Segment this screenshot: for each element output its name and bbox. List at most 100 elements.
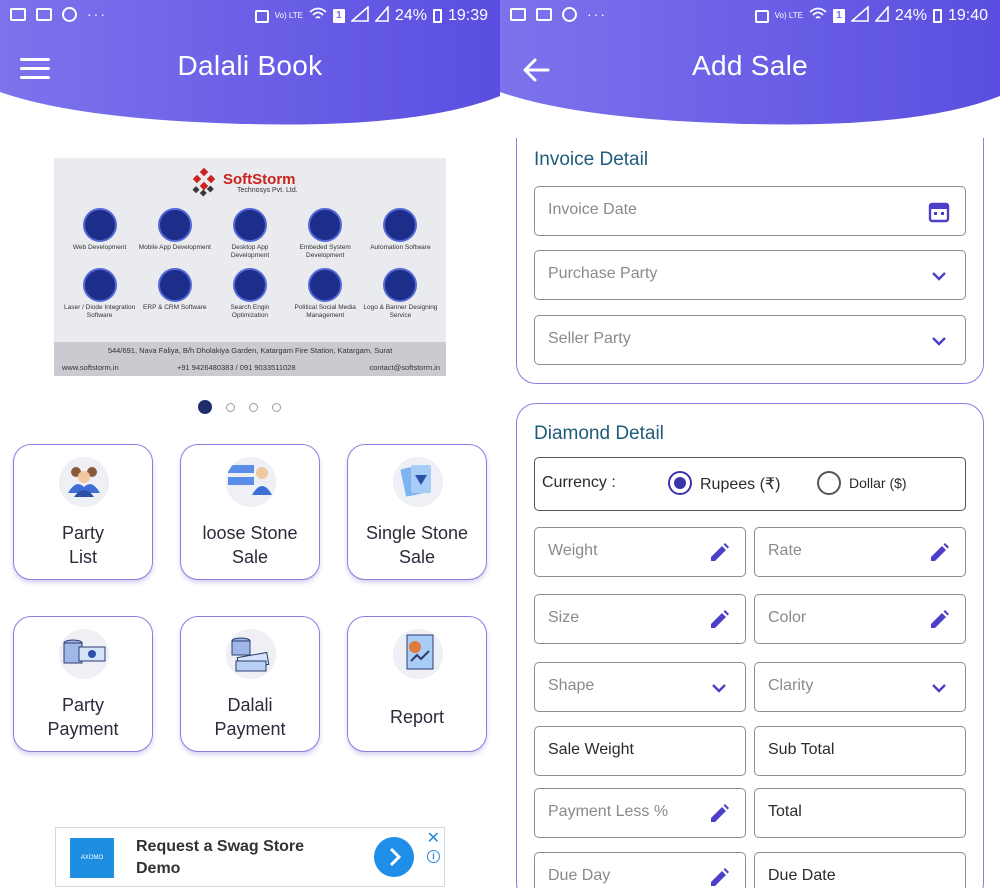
tile-report[interactable]: Report [347,616,487,752]
carousel-dot[interactable] [226,402,235,412]
tile-label-line1: Party [61,523,104,543]
wifi-icon [309,7,327,25]
chevron-down-icon [712,684,726,693]
rate-input[interactable]: Rate [754,527,966,577]
chevron-right-icon [389,847,402,867]
carousel-banner[interactable]: SoftStorm Technosys Pvt. Ltd. Web Develo… [54,158,446,376]
size-input[interactable]: Size [534,594,746,644]
ad-open-button[interactable] [374,837,414,877]
ad-text: Request a Swag Store Demo [136,838,305,877]
section-title: Diamond Detail [534,423,664,444]
service-label: Automation Software [370,244,431,251]
rupees-radio[interactable] [668,471,692,495]
color-placeholder: Color [768,609,807,626]
pencil-icon [711,804,729,822]
signal-icon-2 [374,4,389,26]
service-label: Laser / Diode Integration Software [64,304,136,319]
shape-dropdown[interactable]: Shape [534,662,746,712]
seller-party-dropdown[interactable]: Seller Party [534,315,966,365]
single-stone-sale-icon [393,457,443,507]
weight-input[interactable]: Weight [534,527,746,577]
sub-total-label: Sub Total [768,741,835,758]
pencil-icon [711,610,729,628]
status-bar: ··· Vo) LTE 1 24% 19:39 [0,0,500,32]
gallery-icon [510,7,526,21]
ad-info-icon[interactable]: i [427,850,440,863]
invoice-detail-card: Invoice Detail Invoice Date Purchase Par… [516,138,984,384]
dollar-radio[interactable] [817,471,841,495]
softstorm-logo-icon [192,168,216,197]
service-item: Political Social Media Management [288,268,363,322]
erp-icon [157,268,192,302]
clock: 19:40 [947,7,988,24]
tile-label-line1: loose Stone [202,523,298,543]
clarity-dropdown[interactable]: Clarity [754,662,966,712]
payment-less-input[interactable]: Payment Less % [534,788,746,838]
due-day-placeholder: Due Day [548,867,611,884]
service-item: Embeded System Development [288,208,363,262]
rupees-label[interactable]: Rupees (₹) [700,474,780,494]
carousel-dot-active[interactable] [198,400,212,414]
tile-party-list[interactable]: Party List [13,444,153,580]
shape-placeholder: Shape [548,677,595,694]
tile-label-line2: List [68,547,97,567]
status-bar: ··· Vo) LTE 1 24% 19:40 [500,0,1000,32]
company-phone: +91 9426480383 / 091 9033511028 [177,363,296,372]
pencil-icon [931,543,949,561]
invoice-date-field[interactable]: Invoice Date [534,186,966,236]
currency-label: Currency : [542,474,616,491]
tile-label-line1: Dalali [227,695,273,715]
laser-icon [82,268,117,302]
ad-banner[interactable]: AXOMO Request a Swag Store Demo ✕ i [55,827,445,887]
tile-single-stone-sale[interactable]: Single Stone Sale [347,444,487,580]
social-media-icon [308,268,343,302]
more-notifications: ··· [587,6,607,22]
due-date-label: Due Date [768,867,836,884]
calendar-icon[interactable] [927,200,951,224]
due-day-input[interactable]: Due Day [534,852,746,888]
page-title: Add Sale [691,50,809,81]
tile-loose-stone-sale[interactable]: loose Stone Sale [180,444,320,580]
laptop-icon [536,7,552,21]
seller-party-placeholder: Seller Party [548,330,631,347]
clock: 19:39 [447,7,488,24]
company-subtitle: Technosys Pvt. Ltd. [237,187,298,194]
weight-placeholder: Weight [548,542,598,559]
service-label: Embeded System Development [299,244,351,259]
rate-placeholder: Rate [768,542,802,559]
tile-label: Party Payment [18,693,148,741]
battery-percent: 24% [394,7,427,24]
signal-icon [349,5,369,26]
tile-label: loose Stone Sale [185,521,315,569]
company-website: www.softstorm.in [62,363,119,372]
due-date-field[interactable]: Due Date [754,852,966,888]
total-field: Total [754,788,966,838]
service-label: Desktop App Development [230,244,270,259]
tile-party-payment[interactable]: Party Payment [13,616,153,752]
pencil-icon [711,868,729,886]
service-item: Mobile App Development [137,208,212,262]
battery-icon [932,9,942,23]
pencil-icon [931,610,949,628]
company-logo: SoftStorm Technosys Pvt. Ltd. [189,168,298,198]
pencil-icon [711,543,729,561]
ad-close-icon[interactable]: ✕ [427,828,440,848]
service-label: Search Engin Optimization [230,304,270,319]
service-label: Mobile App Development [138,244,211,251]
home-screen: ··· Vo) LTE 1 24% 19:39 Dalali Book Soft… [0,0,500,888]
service-item: Logo & Banner Designing Service [363,268,438,322]
carousel-dot[interactable] [249,402,258,412]
carousel-dot[interactable] [272,402,281,412]
color-input[interactable]: Color [754,594,966,644]
party-payment-icon [59,629,109,679]
add-sale-screen: ··· Vo) LTE 1 24% 19:40 Add Sale Invoice… [500,0,1000,888]
company-address: 544/691, Nava Faliya, B/h Dholakiya Gard… [107,346,393,355]
service-item: Automation Software [363,208,438,262]
service-label: Web Development [72,244,127,251]
dollar-label[interactable]: Dollar ($) [849,475,907,491]
purchase-party-dropdown[interactable]: Purchase Party [534,250,966,300]
services-grid: Web Development Mobile App Development D… [62,208,438,322]
chip-icon [308,208,343,242]
tile-dalali-payment[interactable]: Dalali Payment [180,616,320,752]
seo-icon [232,268,267,302]
